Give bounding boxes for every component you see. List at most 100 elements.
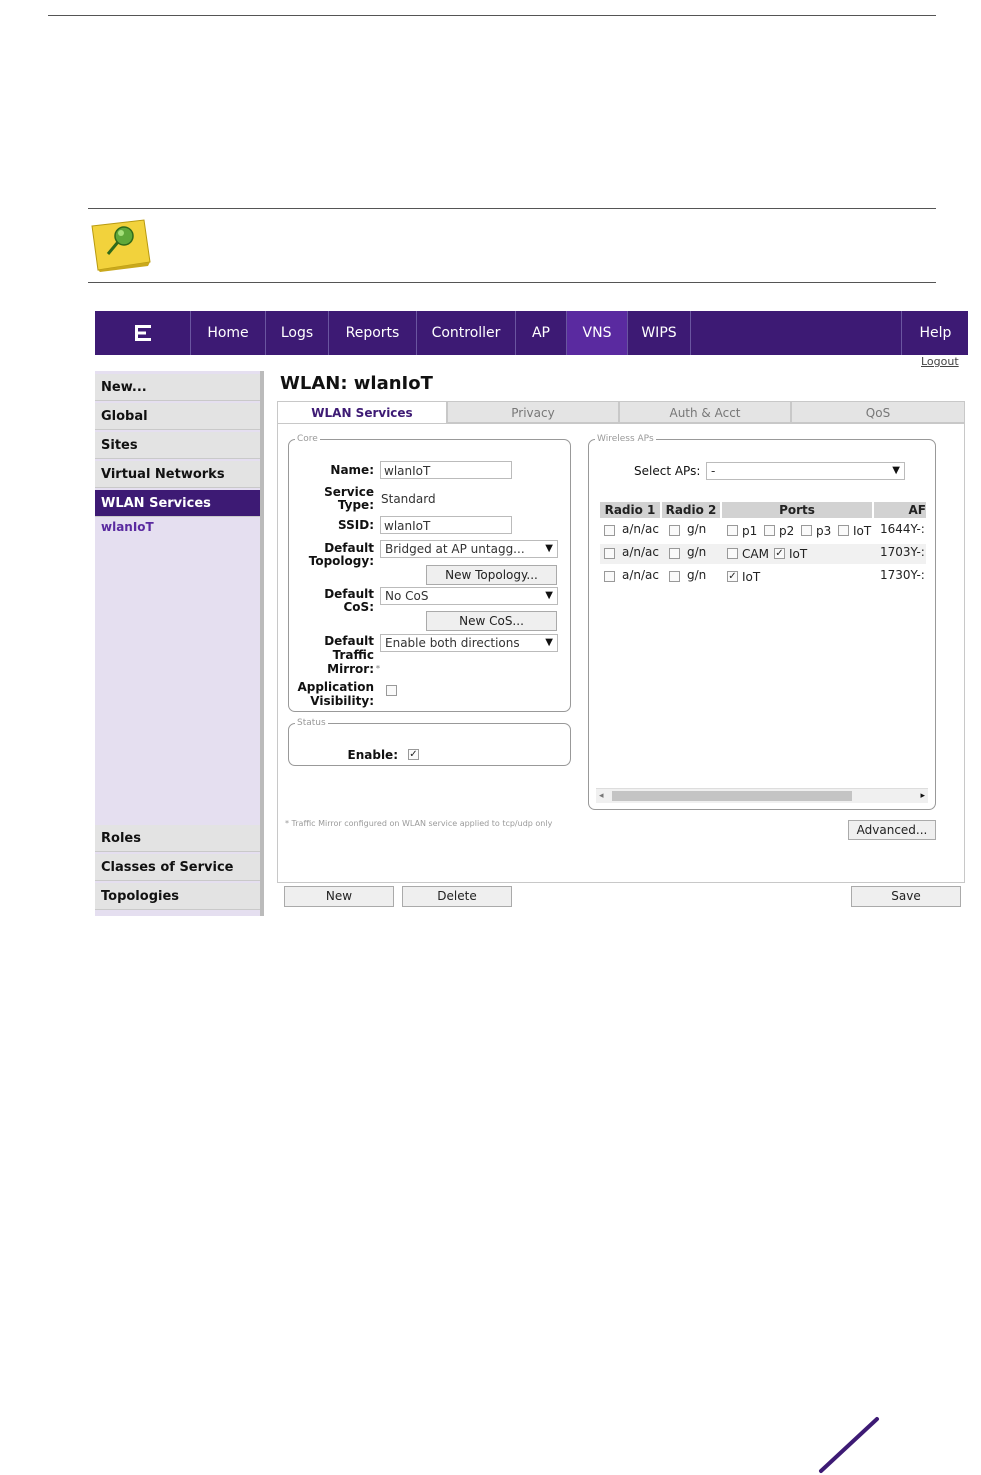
nav-vns[interactable]: VNS [567,311,628,355]
wireless-aps-fieldset: Wireless APs [588,434,936,810]
decorative-slash-icon [819,1417,879,1473]
wlan-services-panel: Core Name: wlanIoT Service Type: Standar… [277,423,965,883]
row2-port-cam-checkbox[interactable] [727,548,738,559]
cos-select[interactable]: No CoS ▼ [380,587,558,605]
nav-reports[interactable]: Reports [329,311,417,355]
note-bottom-rule [88,282,936,283]
row2-radio1-checkbox[interactable] [604,548,615,559]
sidebar-item-topologies[interactable]: Topologies [95,883,260,910]
row1-port-p1-checkbox[interactable] [727,525,738,536]
row3-port-iot-checkbox[interactable]: ✓ [727,571,738,582]
ssid-label: SSID: [338,518,374,532]
enable-checkbox[interactable]: ✓ [408,749,419,760]
row2-port-cam-label: CAM [742,547,769,561]
new-topology-button[interactable]: New Topology... [426,565,557,585]
dropdown-arrow-icon: ▼ [892,465,900,476]
ssid-input[interactable]: wlanIoT [380,516,512,534]
sidebar-item-classes-of-service[interactable]: Classes of Service [95,854,260,881]
row1-radio2-checkbox[interactable] [669,525,680,536]
row2-ap-serial: 1703Y-: [880,545,925,559]
top-rule [48,15,936,16]
delete-button[interactable]: Delete [402,886,512,907]
scroll-right-icon[interactable]: ▸ [920,789,925,803]
row3-radio1-label: a/n/ac [622,568,659,582]
mirror-select[interactable]: Enable both directions ▼ [380,634,558,652]
save-button[interactable]: Save [851,886,961,907]
cos-select-value: No CoS [385,589,429,603]
tab-wlan-services[interactable]: WLAN Services [277,401,447,423]
nav-controller[interactable]: Controller [417,311,516,355]
select-aps-dropdown[interactable]: - ▼ [706,462,905,480]
select-aps-value: - [711,464,716,478]
advanced-button[interactable]: Advanced... [848,820,936,840]
sidebar-sub-item-wlaniot[interactable]: wlanIoT [101,520,154,534]
row1-radio1-checkbox[interactable] [604,525,615,536]
topology-label-line2: Topology: [308,554,374,568]
grid-header-ports[interactable]: Ports [722,502,872,518]
ap-grid-horizontal-scrollbar[interactable]: ◂ ▸ [596,788,928,803]
brand-logo-icon[interactable] [95,311,191,355]
sidebar-item-new[interactable]: New... [95,374,260,401]
topology-select-value: Bridged at AP untagg... [385,542,525,556]
sidebar-item-wlan-services[interactable]: WLAN Services [95,490,260,517]
status-legend: Status [297,718,326,728]
row3-radio2-label: g/n [687,568,707,582]
nav-help[interactable]: Help [901,311,969,355]
sidebar-item-roles[interactable]: Roles [95,825,260,852]
row1-ap-serial: 1644Y-: [880,522,925,536]
nav-home[interactable]: Home [191,311,266,355]
row2-port-iot-label: IoT [789,547,808,561]
sidebar-item-virtual-networks[interactable]: Virtual Networks [95,461,260,488]
top-navigation: Home Logs Reports Controller AP VNS WIPS… [95,311,968,355]
tab-qos[interactable]: QoS [791,401,965,423]
note-pin-icon [91,219,151,272]
dropdown-arrow-icon: ▼ [545,637,553,648]
row2-port-iot-checkbox[interactable]: ✓ [774,548,785,559]
scrollbar-thumb[interactable] [612,791,852,801]
scroll-left-icon[interactable]: ◂ [599,789,604,803]
name-input[interactable]: wlanIoT [380,461,512,479]
topology-select[interactable]: Bridged at AP untagg... ▼ [380,540,558,558]
row1-port-p2-label: p2 [779,524,795,538]
sidebar-item-global[interactable]: Global [95,403,260,430]
wlan-config-screenshot: Home Logs Reports Controller AP VNS WIPS… [95,311,968,916]
sidebar-item-sites[interactable]: Sites [95,432,260,459]
traffic-mirror-footnote: * Traffic Mirror configured on WLAN serv… [285,819,553,828]
grid-header-radio2[interactable]: Radio 2 [662,502,720,518]
name-label: Name: [330,463,374,477]
mirror-label-line3: Mirror: * [298,663,380,676]
row1-port-p2-checkbox[interactable] [764,525,775,536]
row3-port-iot-label: IoT [742,570,761,584]
row1-radio1-label: a/n/ac [622,522,659,536]
row3-radio1-checkbox[interactable] [604,571,615,582]
app-visibility-label-line2: Visibility: [310,694,374,708]
row1-radio2-label: g/n [687,522,707,536]
sidebar: New... Global Sites Virtual Networks WLA… [95,371,264,916]
app-visibility-label-line1: Application [297,680,374,694]
row1-port-iot-checkbox[interactable] [838,525,849,536]
row2-radio2-checkbox[interactable] [669,548,680,559]
dropdown-arrow-icon: ▼ [545,543,553,554]
tab-privacy[interactable]: Privacy [447,401,619,423]
tab-bar: WLAN Services Privacy Auth & Acct QoS [277,401,965,423]
row1-port-p1-label: p1 [742,524,758,538]
grid-header-ap[interactable]: AF [874,502,926,518]
tab-auth-acct[interactable]: Auth & Acct [619,401,791,423]
nav-ap[interactable]: AP [516,311,567,355]
logout-link[interactable]: Logout [921,355,959,368]
app-visibility-checkbox[interactable] [386,685,397,696]
wireless-aps-legend: Wireless APs [597,434,654,444]
row2-radio1-label: a/n/ac [622,545,659,559]
grid-header-radio1[interactable]: Radio 1 [600,502,660,518]
row1-port-p3-checkbox[interactable] [801,525,812,536]
page-title: WLAN: wlanIoT [280,373,433,394]
row3-radio2-checkbox[interactable] [669,571,680,582]
nav-logs[interactable]: Logs [266,311,329,355]
nav-wips[interactable]: WIPS [628,311,691,355]
service-type-value: Standard [381,492,436,506]
note-top-rule [88,208,936,209]
new-cos-button[interactable]: New CoS... [426,611,557,631]
enable-label: Enable: [347,748,398,762]
mirror-asterisk: * [375,664,380,673]
new-button[interactable]: New [284,886,394,907]
